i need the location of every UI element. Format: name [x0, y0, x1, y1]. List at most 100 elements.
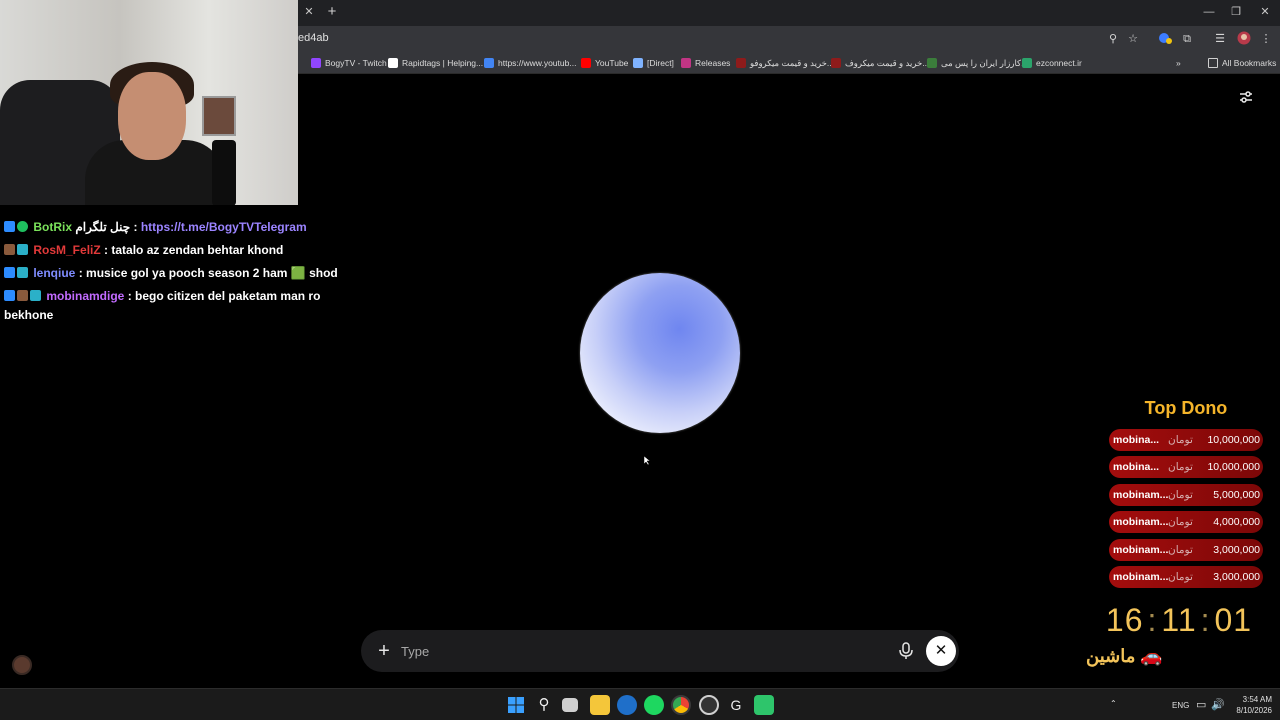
restore-icon[interactable]: ❐ [1225, 4, 1247, 20]
search-icon[interactable]: ⚲ [534, 695, 554, 715]
dono-amount: 10,000,000 [1207, 434, 1260, 446]
bookmark-favicon-icon [681, 58, 691, 68]
dono-name: mobinam... [1113, 543, 1169, 556]
bookmark-item[interactable]: [Direct] [633, 55, 674, 71]
chat-username: lenqiue [33, 266, 76, 280]
chrome-icon[interactable] [671, 695, 691, 715]
chat-text: چنل تلگرام : [75, 220, 138, 234]
all-bookmarks-button[interactable]: All Bookmarks [1208, 55, 1276, 71]
wall-poster [202, 96, 236, 136]
bookmark-favicon-icon [484, 58, 494, 68]
close-voice-button[interactable]: ✕ [926, 636, 956, 666]
microphone-stand [212, 140, 236, 205]
microphone-icon[interactable] [897, 641, 915, 661]
windows-start-icon[interactable] [506, 695, 526, 715]
emote: 🟩 [290, 266, 306, 280]
badge-icon [4, 267, 15, 278]
message-composer: + ✕ [361, 630, 959, 672]
mouse-cursor-icon [644, 456, 650, 465]
bookmarks-overflow-icon[interactable]: » [1176, 55, 1181, 71]
spotify-icon[interactable] [644, 695, 664, 715]
taskbar: ⚲ G ⌃ ENG ▭ 🔊 3:54 AM 8/10/2026 [0, 688, 1280, 720]
extensions-puzzle-icon[interactable]: ⧉ [1179, 31, 1195, 47]
all-bookmarks-label: All Bookmarks [1222, 58, 1277, 68]
bookmark-item[interactable]: BogyTV - Twitch [311, 55, 387, 71]
tab-close-icon[interactable]: ✕ [302, 5, 316, 19]
language-indicator[interactable]: ENG [1172, 701, 1189, 710]
app-icon[interactable] [617, 695, 637, 715]
profile-avatar-icon[interactable] [1236, 31, 1252, 47]
bookmark-label: [Direct] [647, 58, 674, 68]
dono-currency: تومان [1168, 461, 1193, 474]
bookmark-star-icon[interactable]: ☆ [1125, 31, 1141, 47]
bookmark-favicon-icon [311, 58, 321, 68]
timer-minutes: 11 [1161, 602, 1197, 638]
settings-sliders-icon[interactable] [1236, 88, 1256, 106]
bookmark-item[interactable]: https://www.youtub... [484, 55, 576, 71]
url-text[interactable]: ed4ab [298, 32, 329, 44]
timer-hours: 16 [1105, 602, 1144, 638]
chat-username: RosM_FeliZ [33, 243, 101, 257]
chat-text: : tatalo az zendan behtar khond [104, 243, 284, 257]
bookmark-favicon-icon [581, 58, 591, 68]
clock-date[interactable]: 8/10/2026 [1228, 706, 1272, 715]
dono-row: mobina... تومان 10,000,000 [1109, 429, 1263, 451]
bookmark-label: BogyTV - Twitch [325, 58, 387, 68]
reading-list-icon[interactable]: ☰ [1212, 31, 1228, 47]
dono-amount: 10,000,000 [1207, 461, 1260, 474]
dono-name: mobina... [1113, 434, 1160, 446]
dono-row: mobinam... تومان 4,000,000 [1109, 511, 1263, 534]
dono-row: mobinam... تومان 5,000,000 [1109, 483, 1263, 506]
obs-icon[interactable] [699, 695, 719, 715]
message-input[interactable] [401, 639, 881, 663]
chat-username: mobinamdige [46, 289, 125, 303]
file-explorer-icon[interactable] [590, 695, 610, 715]
bookmark-favicon-icon [633, 58, 643, 68]
badge-icon [30, 290, 41, 301]
browser-menu-icon[interactable]: ⋮ [1258, 31, 1274, 47]
add-attachment-button[interactable]: + [373, 640, 395, 662]
bookmark-label: کارزار ایران را پس می... [941, 57, 1028, 68]
app-icon[interactable] [754, 695, 774, 715]
chat-text: : musice gol ya pooch season 2 ham [78, 266, 288, 280]
zoom-icon[interactable]: ⚲ [1105, 31, 1121, 47]
chat-text: : bego citizen del paketam man ro [127, 289, 321, 303]
bookmark-favicon-icon [736, 58, 746, 68]
dono-currency: تومان [1168, 434, 1193, 446]
bookmark-item[interactable]: Releases [681, 55, 730, 71]
streamer-avatar [12, 655, 32, 675]
machine-label: ماشین 🚗 [1086, 646, 1163, 666]
bookmark-item[interactable]: خرید و قیمت میکروفو... [736, 55, 834, 71]
minimize-icon[interactable]: — [1198, 4, 1220, 20]
bookmark-label: ezconnect.ir [1036, 58, 1082, 68]
window-close-icon[interactable]: ✕ [1254, 4, 1276, 20]
task-view-icon[interactable] [562, 698, 578, 712]
chat-link[interactable]: https://t.me/BogyTVTelegram [141, 220, 307, 234]
extension-badge-icon[interactable] [1157, 31, 1173, 47]
dono-name: mobina... [1113, 461, 1160, 474]
dono-currency: تومان [1168, 516, 1193, 529]
dono-currency: تومان [1168, 543, 1193, 556]
stream-timer: 16:11:01 [1105, 602, 1253, 638]
new-tab-button[interactable]: + [324, 3, 340, 21]
clock-time[interactable]: 3:54 AM [1234, 695, 1272, 704]
chat-message: RosM_FeliZ : tatalo az zendan behtar kho… [4, 239, 283, 262]
bookmark-item[interactable]: کارزار ایران را پس می... [927, 55, 1028, 71]
address-bar[interactable]: ed4ab [298, 28, 1148, 50]
bookmark-item[interactable]: Rapidtags | Helping... [388, 55, 483, 71]
bookmark-item[interactable]: ezconnect.ir [1022, 55, 1082, 71]
volume-icon[interactable]: 🔊 [1211, 698, 1225, 711]
bookmark-label: Rapidtags | Helping... [402, 58, 484, 68]
bookmark-label: خرید و قیمت میکروف... [845, 57, 930, 68]
folder-icon [1208, 58, 1218, 68]
bookmark-item[interactable]: YouTube [581, 55, 628, 71]
badge-icon [17, 290, 28, 301]
chat-text-after: shod [309, 266, 338, 280]
network-icon[interactable]: ▭ [1196, 698, 1206, 711]
dono-row: mobinam... تومان 3,000,000 [1109, 566, 1263, 588]
bookmark-item[interactable]: خرید و قیمت میکروف... [831, 55, 929, 71]
tray-overflow-icon[interactable]: ⌃ [1110, 699, 1117, 708]
bookmark-label: YouTube [595, 58, 629, 68]
bookmark-favicon-icon [388, 58, 398, 68]
app-icon[interactable]: G [726, 695, 746, 715]
